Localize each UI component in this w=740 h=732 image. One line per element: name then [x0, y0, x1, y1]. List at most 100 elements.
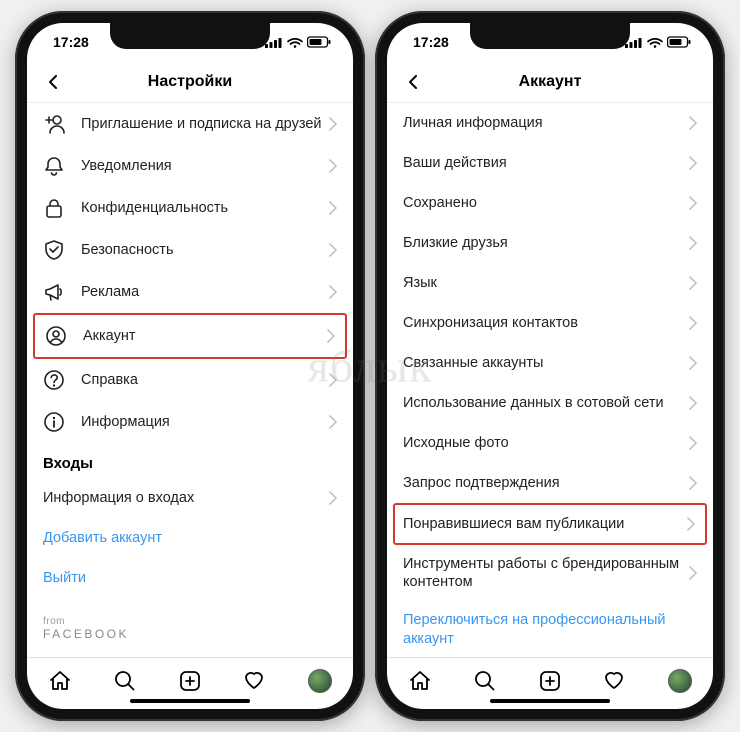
- notch: [110, 23, 270, 49]
- row-switch-professional[interactable]: Переключиться на профессиональный аккаун…: [387, 601, 713, 657]
- battery-icon: [667, 36, 691, 48]
- row-posts-you-liked[interactable]: Понравившиеся вам публикации: [393, 503, 707, 545]
- row-ads[interactable]: Реклама: [27, 271, 353, 313]
- tab-home[interactable]: [47, 668, 73, 694]
- nav-bar: Настройки: [27, 61, 353, 103]
- chevron-right-icon: [329, 117, 337, 131]
- row-label: Приглашение и подписка на друзей: [81, 115, 329, 133]
- wifi-icon: [647, 37, 663, 48]
- megaphone-icon: [43, 281, 65, 303]
- row-label: Реклама: [81, 283, 329, 301]
- chevron-right-icon: [327, 329, 335, 343]
- row-label: Информация о входах: [43, 489, 329, 507]
- row-label: Близкие друзья: [403, 234, 689, 252]
- row-original-photos[interactable]: Исходные фото: [387, 423, 713, 463]
- home-indicator[interactable]: [130, 699, 250, 703]
- chevron-right-icon: [689, 116, 697, 130]
- user-icon: [45, 325, 67, 347]
- shield-icon: [43, 239, 65, 261]
- row-personal-info[interactable]: Личная информация: [387, 103, 713, 143]
- row-logout[interactable]: Выйти: [27, 558, 353, 598]
- status-time: 17:28: [53, 34, 89, 50]
- home-icon: [408, 669, 432, 693]
- row-label: Выйти: [43, 569, 337, 587]
- row-label: Добавить аккаунт: [43, 529, 337, 547]
- chevron-right-icon: [689, 276, 697, 290]
- home-icon: [48, 669, 72, 693]
- help-icon: [43, 369, 65, 391]
- row-label: Синхронизация контактов: [403, 314, 689, 332]
- info-icon: [43, 411, 65, 433]
- chevron-right-icon: [329, 285, 337, 299]
- page-title: Аккаунт: [387, 73, 713, 91]
- tab-search[interactable]: [112, 668, 138, 694]
- row-cellular-data[interactable]: Использование данных в сотовой сети: [387, 383, 713, 423]
- facebook-label: FACEBOOK: [43, 627, 337, 641]
- chevron-right-icon: [329, 415, 337, 429]
- page-title: Настройки: [27, 73, 353, 91]
- row-language[interactable]: Язык: [387, 263, 713, 303]
- bell-icon: [43, 155, 65, 177]
- row-add-account[interactable]: Добавить аккаунт: [27, 518, 353, 558]
- row-login-info[interactable]: Информация о входах: [27, 478, 353, 518]
- lock-icon: [43, 197, 65, 219]
- row-close-friends[interactable]: Близкие друзья: [387, 223, 713, 263]
- row-your-activity[interactable]: Ваши действия: [387, 143, 713, 183]
- tab-profile[interactable]: [667, 668, 693, 694]
- tab-home[interactable]: [407, 668, 433, 694]
- heart-icon: [603, 669, 627, 693]
- row-security[interactable]: Безопасность: [27, 229, 353, 271]
- row-request-verification[interactable]: Запрос подтверждения: [387, 463, 713, 503]
- nav-bar: Аккаунт: [387, 61, 713, 103]
- row-label: Исходные фото: [403, 434, 689, 452]
- row-account[interactable]: Аккаунт: [33, 313, 347, 359]
- phone-right: 17:28 Аккаунт Личная информация: [375, 11, 725, 721]
- row-privacy[interactable]: Конфиденциальность: [27, 187, 353, 229]
- tab-add[interactable]: [537, 668, 563, 694]
- row-branded-content[interactable]: Инструменты работы с брендированным конт…: [387, 545, 713, 601]
- row-help[interactable]: Справка: [27, 359, 353, 401]
- chevron-right-icon: [329, 201, 337, 215]
- status-time: 17:28: [413, 34, 449, 50]
- row-contacts-sync[interactable]: Синхронизация контактов: [387, 303, 713, 343]
- chevron-right-icon: [689, 156, 697, 170]
- heart-icon: [243, 669, 267, 693]
- back-button[interactable]: [41, 70, 65, 94]
- chevron-right-icon: [689, 436, 697, 450]
- row-saved[interactable]: Сохранено: [387, 183, 713, 223]
- row-label: Информация: [81, 413, 329, 431]
- add-post-icon: [179, 670, 201, 692]
- row-label: Личная информация: [403, 114, 689, 132]
- tab-add[interactable]: [177, 668, 203, 694]
- chevron-right-icon: [687, 517, 695, 531]
- add-user-icon: [43, 113, 65, 135]
- row-label: Безопасность: [81, 241, 329, 259]
- row-label: Запрос подтверждения: [403, 474, 689, 492]
- back-button[interactable]: [401, 70, 425, 94]
- chevron-right-icon: [689, 356, 697, 370]
- chevron-right-icon: [689, 396, 697, 410]
- row-label: Ваши действия: [403, 154, 689, 172]
- chevron-right-icon: [329, 491, 337, 505]
- tab-profile[interactable]: [307, 668, 333, 694]
- row-notifications[interactable]: Уведомления: [27, 145, 353, 187]
- chevron-right-icon: [689, 196, 697, 210]
- row-linked-accounts[interactable]: Связанные аккаунты: [387, 343, 713, 383]
- settings-list: Приглашение и подписка на друзей Уведомл…: [27, 103, 353, 657]
- row-label: Использование данных в сотовой сети: [403, 394, 689, 412]
- row-label: Понравившиеся вам публикации: [403, 515, 687, 533]
- row-label: Язык: [403, 274, 689, 292]
- row-label: Конфиденциальность: [81, 199, 329, 217]
- row-about[interactable]: Информация: [27, 401, 353, 443]
- add-post-icon: [539, 670, 561, 692]
- chevron-left-icon: [408, 75, 418, 89]
- home-indicator[interactable]: [490, 699, 610, 703]
- tab-search[interactable]: [472, 668, 498, 694]
- tab-activity[interactable]: [602, 668, 628, 694]
- row-label: Аккаунт: [83, 327, 327, 345]
- account-list: Личная информация Ваши действия Сохранен…: [387, 103, 713, 657]
- tab-activity[interactable]: [242, 668, 268, 694]
- row-invite-friends[interactable]: Приглашение и подписка на друзей: [27, 103, 353, 145]
- chevron-left-icon: [48, 75, 58, 89]
- chevron-right-icon: [689, 236, 697, 250]
